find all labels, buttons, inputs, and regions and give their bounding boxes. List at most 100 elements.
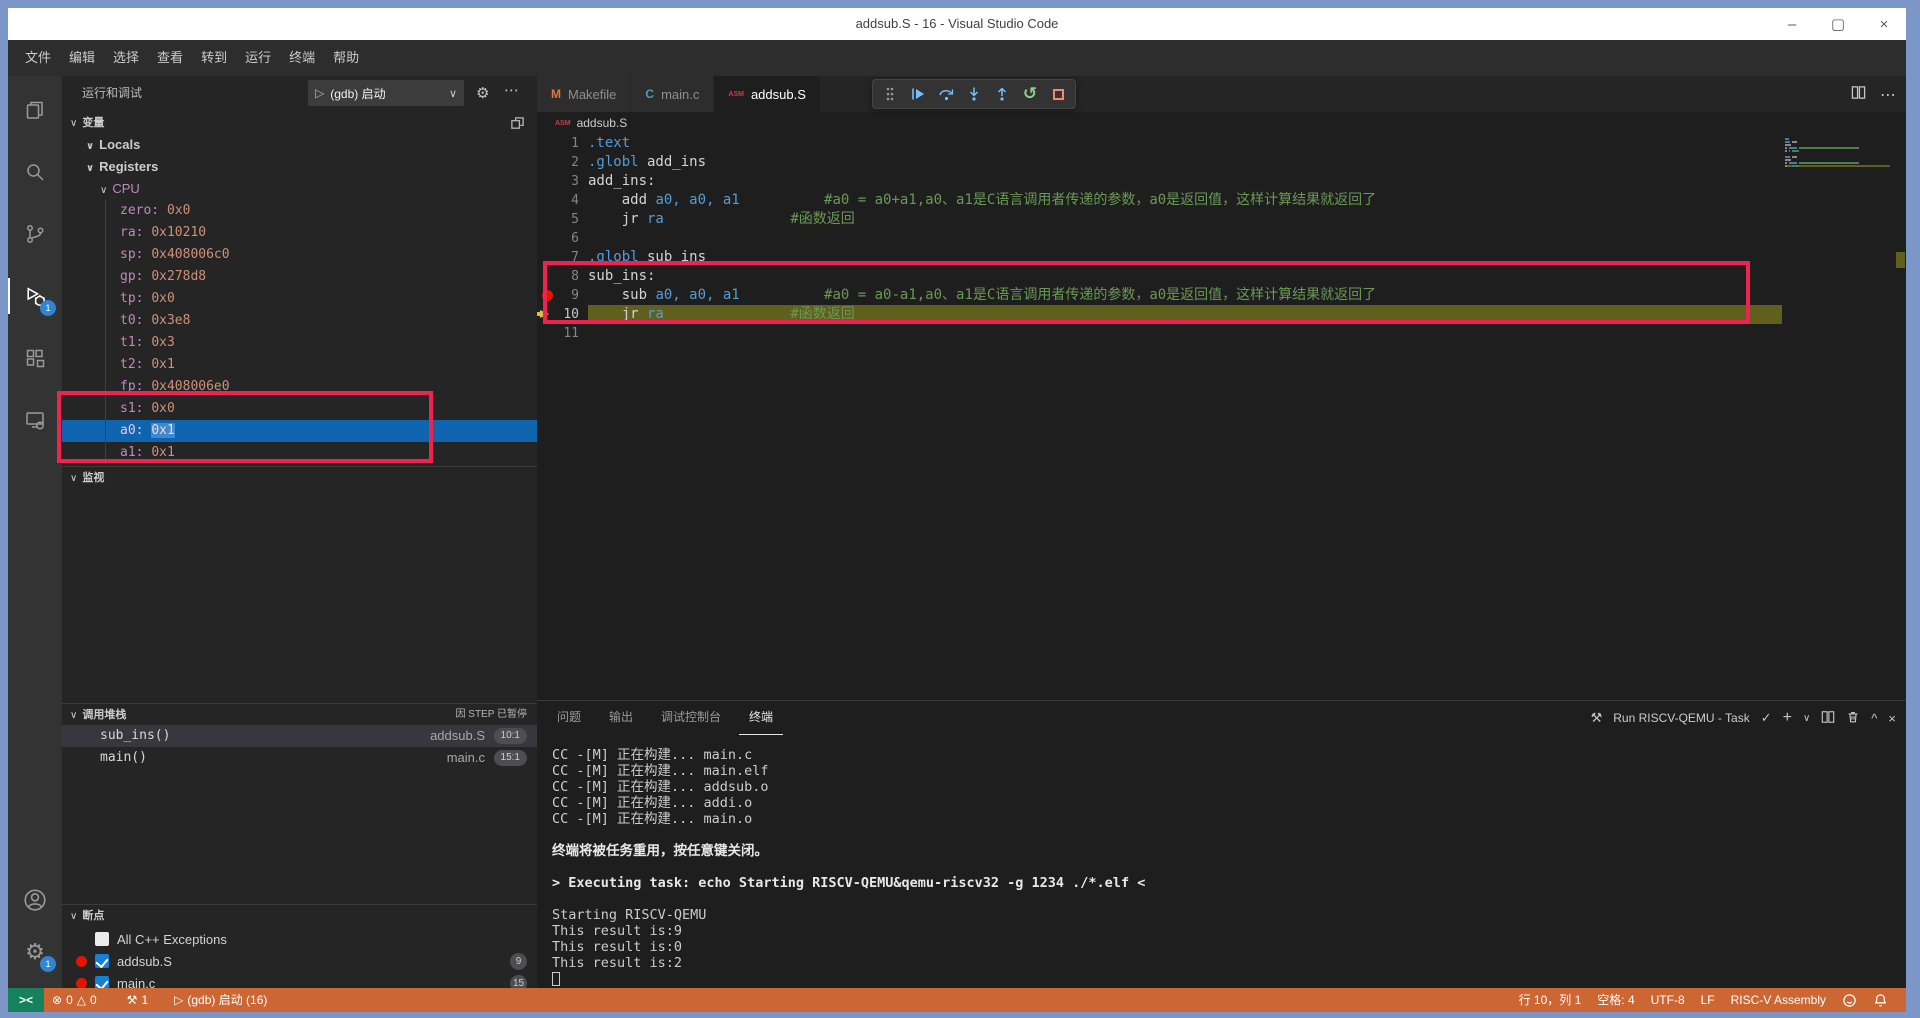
code-line[interactable]: 4 add a0, a0, a1 #a0 = a0+a1,a0、a1是C语言调用…	[537, 191, 1782, 210]
menu-item[interactable]: 转到	[192, 40, 236, 76]
tab-makefile[interactable]: MMakefile	[537, 76, 631, 112]
register-row[interactable]: zero: 0x0	[62, 200, 537, 222]
launch-config-dropdown[interactable]: ▷ (gdb) 启动 ∨	[308, 80, 464, 106]
menu-item[interactable]: 运行	[236, 40, 280, 76]
editor-gutter[interactable]: 5	[537, 210, 588, 229]
continue-icon[interactable]	[907, 83, 929, 105]
minimap[interactable]	[1785, 138, 1890, 171]
panel-tab-问题[interactable]: 问题	[547, 701, 591, 735]
editor-gutter[interactable]: 9	[537, 286, 588, 305]
breakpoints-section-header[interactable]: ∨断点	[62, 904, 537, 926]
register-row[interactable]: tp: 0x0	[62, 288, 537, 310]
eol-status[interactable]: LF	[1693, 988, 1723, 1012]
editor-gutter[interactable]: 11	[537, 324, 588, 343]
editor-gutter[interactable]: 2	[537, 153, 588, 172]
register-row[interactable]: a0: 0x1	[62, 420, 537, 442]
code-line[interactable]: 9 sub a0, a0, a1 #a0 = a0-a1,a0、a1是C语言调用…	[537, 286, 1782, 305]
new-terminal-icon[interactable]: +	[1783, 709, 1792, 727]
tab-addsub-s[interactable]: ASMaddsub.S	[714, 76, 821, 112]
register-row[interactable]: ra: 0x10210	[62, 222, 537, 244]
accounts-icon[interactable]	[8, 876, 62, 924]
extensions-icon[interactable]	[8, 334, 62, 382]
code-line[interactable]: 7.globl sub_ins	[537, 248, 1782, 267]
cursor-position[interactable]: 行 10，列 1	[1511, 988, 1590, 1012]
code-line[interactable]: 5 jr ra #函数返回	[537, 210, 1782, 229]
panel-tab-输出[interactable]: 输出	[599, 701, 643, 735]
editor-gutter[interactable]: 7	[537, 248, 588, 267]
notifications-bell-icon[interactable]	[1865, 993, 1896, 1008]
close-panel-icon[interactable]: ×	[1888, 711, 1896, 726]
register-row[interactable]: gp: 0x278d8	[62, 266, 537, 288]
menu-item[interactable]: 编辑	[60, 40, 104, 76]
code-line[interactable]: 3add_ins:	[537, 172, 1782, 191]
menu-item[interactable]: 选择	[104, 40, 148, 76]
restart-icon[interactable]: ↺	[1019, 83, 1041, 105]
minimize-icon[interactable]: –	[1784, 16, 1800, 33]
code-line[interactable]: 8sub_ins:	[537, 267, 1782, 286]
maximize-icon[interactable]: ▢	[1830, 15, 1846, 33]
watch-section-header[interactable]: ∨监视	[62, 466, 537, 488]
code-line[interactable]: 2.globl add_ins	[537, 153, 1782, 172]
split-terminal-icon[interactable]	[1821, 710, 1835, 727]
breadcrumb[interactable]: ASM addsub.S	[537, 112, 1906, 134]
breakpoint-checkbox[interactable]	[95, 932, 109, 946]
terminal-output[interactable]: CC -[M] 正在构建... main.cCC -[M] 正在构建... ma…	[552, 747, 1886, 988]
run-debug-icon[interactable]: 1	[8, 272, 62, 320]
drag-handle-icon[interactable]	[879, 83, 901, 105]
menu-item[interactable]: 查看	[148, 40, 192, 76]
title-bar[interactable]: addsub.S - 16 - Visual Studio Code – ▢ ×	[8, 8, 1906, 40]
register-row[interactable]: t2: 0x1	[62, 354, 537, 376]
debug-target-status[interactable]: ▷(gdb) 启动 (16)	[166, 988, 275, 1012]
problems-status[interactable]: ⊗0 △0	[44, 988, 105, 1012]
explorer-icon[interactable]	[8, 86, 62, 134]
breakpoint-row[interactable]: All C++ Exceptions	[62, 928, 537, 950]
panel-tab-调试控制台[interactable]: 调试控制台	[651, 701, 731, 735]
encoding-status[interactable]: UTF-8	[1643, 988, 1693, 1012]
code-line[interactable]: 10 jr ra #函数返回	[537, 305, 1782, 324]
register-row[interactable]: a1: 0x1	[62, 442, 537, 464]
locals-tree-item[interactable]: ∨Locals	[62, 134, 537, 156]
register-row[interactable]: fp: 0x408006e0	[62, 376, 537, 398]
call-stack-section-header[interactable]: ∨调用堆栈 因 STEP 已暂停	[62, 703, 537, 725]
panel-tab-终端[interactable]: 终端	[739, 701, 783, 735]
cpu-tree-item[interactable]: ∨CPU	[62, 178, 537, 200]
maximize-panel-icon[interactable]: ^	[1871, 711, 1877, 726]
feedback-icon[interactable]	[1834, 993, 1865, 1008]
code-line[interactable]: 11	[537, 324, 1782, 343]
tasks-status[interactable]: ⚒1	[119, 988, 156, 1012]
split-editor-icon[interactable]	[1851, 85, 1866, 105]
breakpoint-icon[interactable]	[542, 290, 553, 301]
register-row[interactable]: t0: 0x3e8	[62, 310, 537, 332]
code-line[interactable]: 1.text	[537, 134, 1782, 153]
remote-explorer-icon[interactable]	[8, 396, 62, 444]
editor-gutter[interactable]: 8	[537, 267, 588, 286]
search-icon[interactable]	[8, 148, 62, 196]
breakpoint-row[interactable]: addsub.S9	[62, 950, 537, 972]
terminal-task-label[interactable]: Run RISCV-QEMU - Task	[1613, 711, 1749, 725]
terminal-dropdown-icon[interactable]: ∨	[1803, 713, 1810, 724]
menu-item[interactable]: 终端	[280, 40, 324, 76]
step-out-icon[interactable]	[991, 83, 1013, 105]
remote-indicator[interactable]: ><	[8, 988, 44, 1012]
editor-gutter[interactable]: 1	[537, 134, 588, 153]
more-actions-icon[interactable]: ⋯	[504, 81, 519, 99]
stack-frame-row[interactable]: sub_ins()addsub.S10:1	[62, 725, 537, 747]
language-mode-status[interactable]: RISC-V Assembly	[1723, 988, 1834, 1012]
tab-main-c[interactable]: Cmain.c	[631, 76, 714, 112]
editor-gutter[interactable]: 6	[537, 229, 588, 248]
breakpoint-checkbox[interactable]	[95, 954, 109, 968]
editor-gutter[interactable]: 3	[537, 172, 588, 191]
menu-item[interactable]: 文件	[16, 40, 60, 76]
register-row[interactable]: sp: 0x408006c0	[62, 244, 537, 266]
source-control-icon[interactable]	[8, 210, 62, 258]
registers-tree-item[interactable]: ∨Registers	[62, 156, 537, 178]
kill-terminal-icon[interactable]	[1846, 710, 1860, 727]
settings-gear-icon[interactable]: ⚙ 1	[8, 928, 62, 976]
step-into-icon[interactable]	[963, 83, 985, 105]
code-editor[interactable]: 1.text2.globl add_ins3add_ins:4 add a0, …	[537, 134, 1906, 700]
register-row[interactable]: s1: 0x0	[62, 398, 537, 420]
close-icon[interactable]: ×	[1876, 16, 1892, 33]
stop-icon[interactable]	[1047, 83, 1069, 105]
breakpoint-row[interactable]: main.c15	[62, 972, 537, 988]
menu-item[interactable]: 帮助	[324, 40, 368, 76]
